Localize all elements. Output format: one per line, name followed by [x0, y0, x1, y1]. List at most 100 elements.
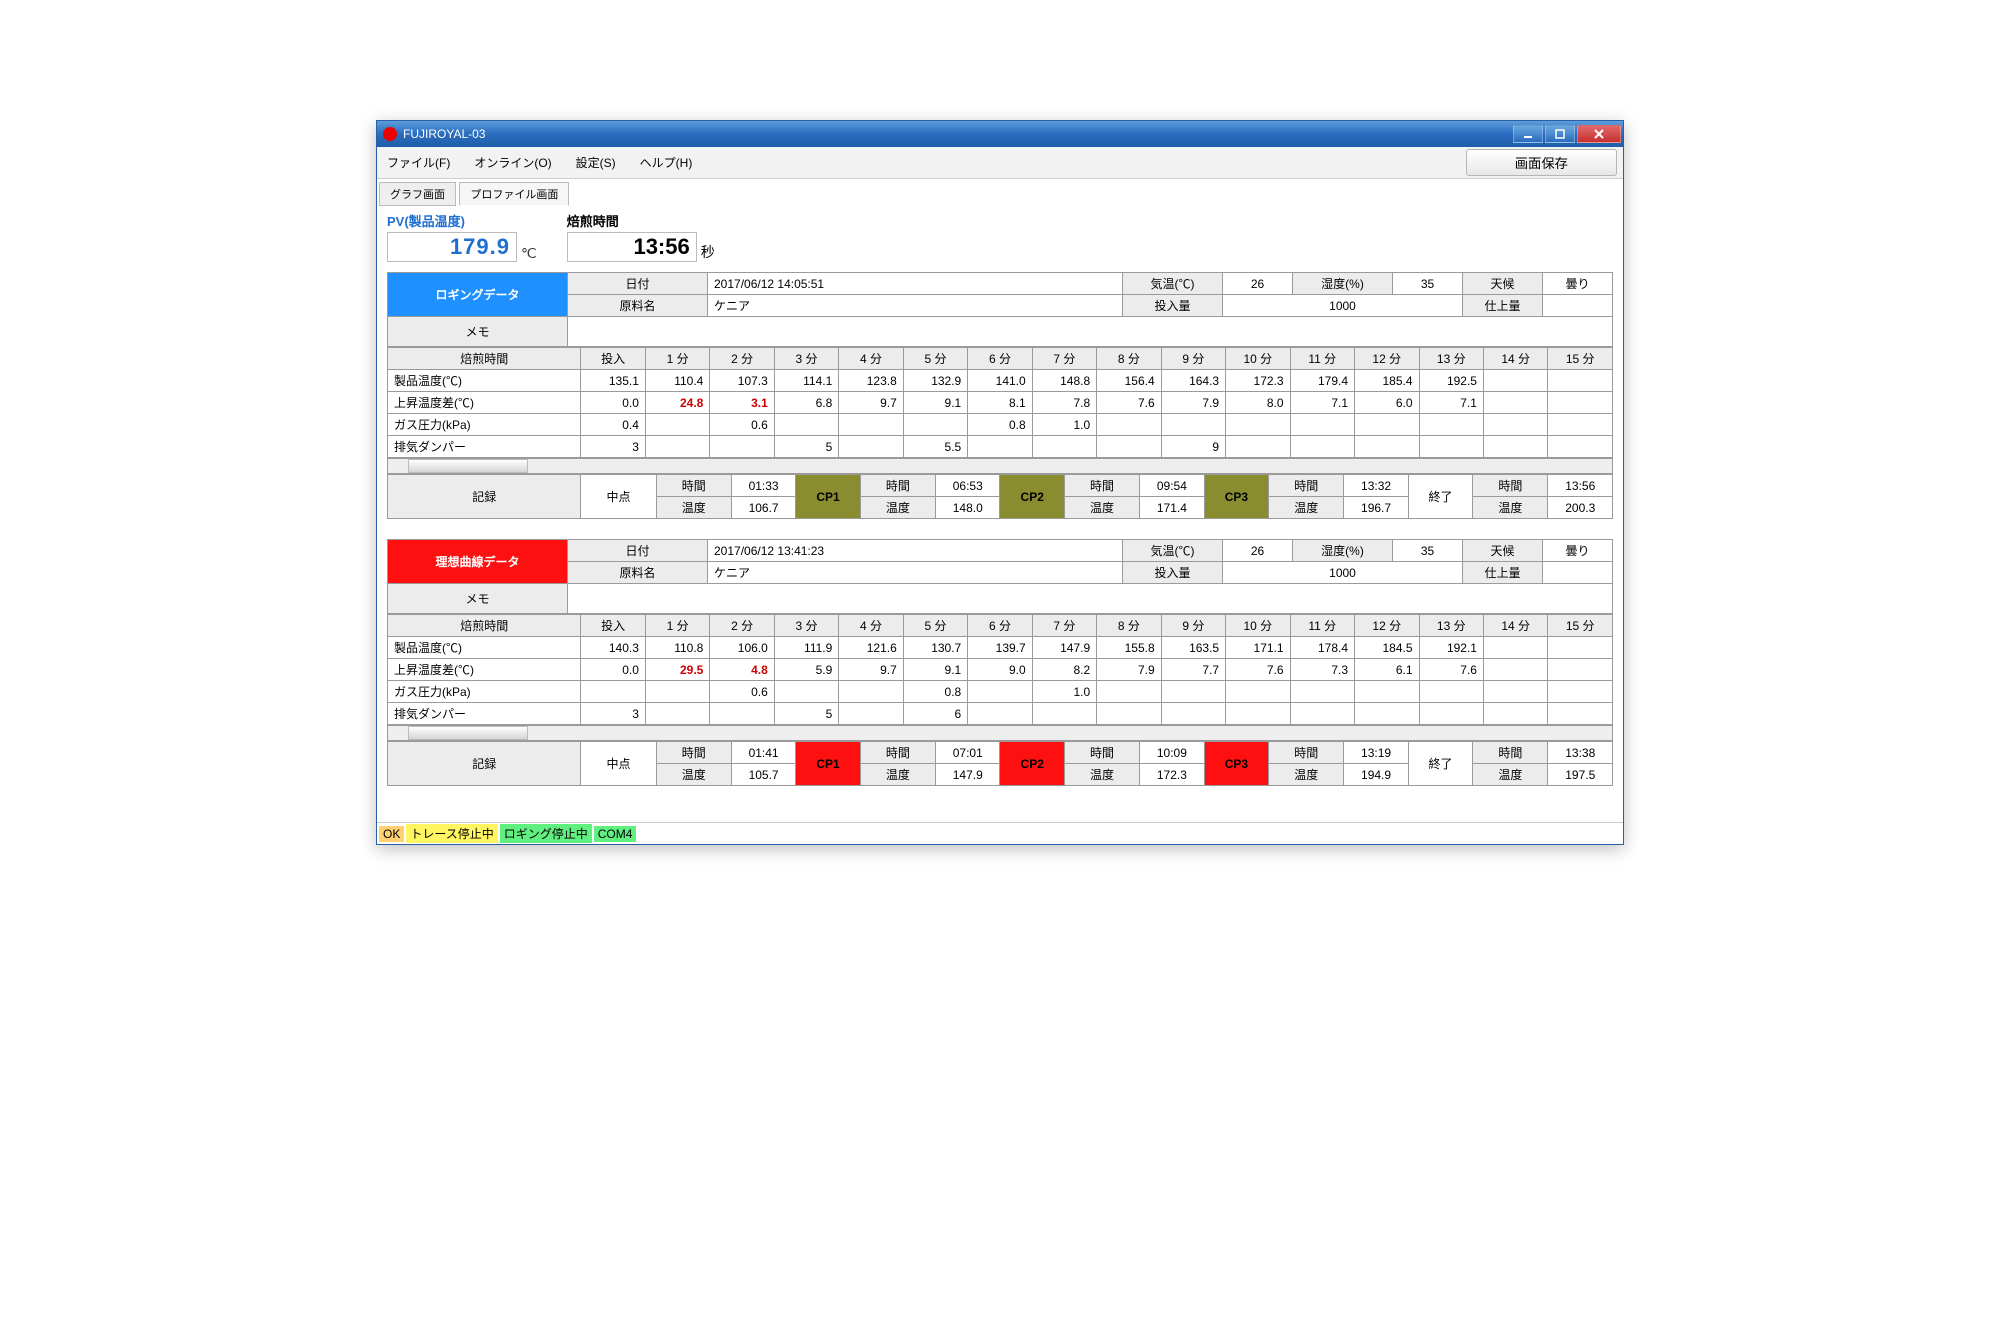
data-cell	[1355, 681, 1419, 703]
data-cell: 148.8	[1032, 370, 1096, 392]
row-name: 排気ダンパー	[388, 436, 581, 458]
icp2-temp-label: 温度	[860, 764, 935, 786]
data-cell	[645, 703, 709, 725]
minute-header: 15 分	[1548, 348, 1613, 370]
ideal-title: 理想曲線データ	[388, 540, 568, 584]
close-button[interactable]	[1577, 125, 1621, 143]
data-cell	[968, 436, 1032, 458]
logging-memo[interactable]	[568, 317, 1613, 347]
data-cell: 0.8	[968, 414, 1032, 436]
cp3-time-label: 時間	[1064, 475, 1139, 497]
ideal-hscrollbar[interactable]	[387, 725, 1613, 741]
data-cell: 6.1	[1355, 659, 1419, 681]
row-name: 製品温度(℃)	[388, 637, 581, 659]
logging-hscrollbar[interactable]	[387, 458, 1613, 474]
data-cell: 171.1	[1226, 637, 1290, 659]
data-cell: 9.1	[903, 392, 967, 414]
status-log: ロギング停止中	[500, 824, 592, 843]
label-temp: 気温(℃)	[1123, 273, 1223, 295]
icp2-time: 07:01	[936, 742, 1000, 764]
titlebar[interactable]: FUJIROYAL-03	[377, 121, 1623, 147]
icp4-time-label: 時間	[1269, 742, 1344, 764]
minute-header: 5 分	[903, 348, 967, 370]
save-screen-button[interactable]: 画面保存	[1466, 149, 1617, 176]
minute-header: 11 分	[1290, 348, 1354, 370]
data-cell	[1097, 414, 1161, 436]
app-icon	[383, 127, 397, 141]
data-cell	[839, 703, 903, 725]
scrollbar-thumb[interactable]	[408, 726, 528, 740]
tab-profile[interactable]: プロファイル画面	[459, 182, 569, 206]
logging-temp: 26	[1223, 273, 1293, 295]
roast-time-value: 13:56	[567, 232, 697, 262]
icp2-button[interactable]: CP2	[1000, 742, 1064, 786]
label-humidity: 湿度(%)	[1293, 273, 1393, 295]
icp4-temp: 194.9	[1344, 764, 1408, 786]
roast-time-unit: 秒	[701, 242, 715, 262]
icp3-button[interactable]: CP3	[1204, 742, 1268, 786]
data-cell: 111.9	[774, 637, 838, 659]
client-area: グラフ画面 プロファイル画面 PV(製品温度) 179.9 ℃ 焙煎時間 13:…	[377, 179, 1623, 822]
ideal-input-amount: 1000	[1223, 562, 1463, 584]
cp4-temp: 196.7	[1344, 497, 1408, 519]
label-midpoint: 中点	[581, 475, 656, 519]
minute-header: 9 分	[1161, 348, 1225, 370]
ideal-meta-table: 理想曲線データ 日付 2017/06/12 13:41:23 気温(℃) 26 …	[387, 539, 1613, 614]
data-cell: 7.3	[1290, 659, 1354, 681]
minute-header: 12 分	[1355, 348, 1419, 370]
cp2-time: 06:53	[936, 475, 1000, 497]
icp2-time-label: 時間	[860, 742, 935, 764]
tab-graph[interactable]: グラフ画面	[379, 182, 456, 206]
scrollbar-thumb[interactable]	[408, 459, 528, 473]
roast-time-label: 焙煎時間	[567, 211, 715, 230]
label-finish-amount: 仕上量	[1463, 295, 1543, 317]
minimize-button[interactable]	[1513, 125, 1543, 143]
icp1-time-label: 時間	[656, 742, 731, 764]
logging-material: ケニア	[708, 295, 1123, 317]
data-cell	[1548, 659, 1613, 681]
minute-header: 13 分	[1419, 615, 1483, 637]
end-temp-label: 温度	[1473, 497, 1548, 519]
data-cell: 135.1	[581, 370, 645, 392]
logging-input-amount: 1000	[1223, 295, 1463, 317]
menu-settings[interactable]: 設定(S)	[572, 152, 620, 173]
data-cell: 156.4	[1097, 370, 1161, 392]
minute-header: 15 分	[1548, 615, 1613, 637]
label-roast-time: 焙煎時間	[388, 615, 581, 637]
cp3-button[interactable]: CP3	[1204, 475, 1268, 519]
maximize-button[interactable]	[1545, 125, 1575, 143]
data-cell	[1161, 414, 1225, 436]
tab-row: グラフ画面 プロファイル画面	[377, 179, 1623, 205]
data-cell: 184.5	[1355, 637, 1419, 659]
end-time-label: 時間	[1473, 475, 1548, 497]
cp3-temp: 171.4	[1140, 497, 1204, 519]
menu-help[interactable]: ヘルプ(H)	[636, 152, 697, 173]
end-label: 終了	[1408, 475, 1472, 519]
minute-header: 10 分	[1226, 615, 1290, 637]
data-cell: 140.3	[581, 637, 645, 659]
iend-time: 13:38	[1548, 742, 1613, 764]
ideal-date: 2017/06/12 13:41:23	[708, 540, 1123, 562]
cp2-button[interactable]: CP2	[1000, 475, 1064, 519]
data-cell: 110.8	[645, 637, 709, 659]
menu-online[interactable]: オンライン(O)	[470, 152, 555, 173]
window-title: FUJIROYAL-03	[403, 127, 485, 141]
icp1-button[interactable]: CP1	[796, 742, 860, 786]
data-cell	[645, 414, 709, 436]
data-cell	[1226, 436, 1290, 458]
label-input-amount: 投入量	[1123, 295, 1223, 317]
data-cell: 179.4	[1290, 370, 1354, 392]
status-com: COM4	[594, 826, 637, 842]
menu-file[interactable]: ファイル(F)	[383, 152, 454, 173]
data-cell: 5.5	[903, 436, 967, 458]
data-cell: 1.0	[1032, 414, 1096, 436]
cp1-button[interactable]: CP1	[796, 475, 860, 519]
data-cell: 0.6	[710, 681, 774, 703]
ideal-section: 理想曲線データ 日付 2017/06/12 13:41:23 気温(℃) 26 …	[377, 527, 1623, 794]
icp1-time: 01:41	[731, 742, 795, 764]
data-cell: 0.0	[581, 659, 645, 681]
data-cell: 121.6	[839, 637, 903, 659]
ideal-memo[interactable]	[568, 584, 1613, 614]
data-cell: 4.8	[710, 659, 774, 681]
data-cell	[1483, 659, 1547, 681]
